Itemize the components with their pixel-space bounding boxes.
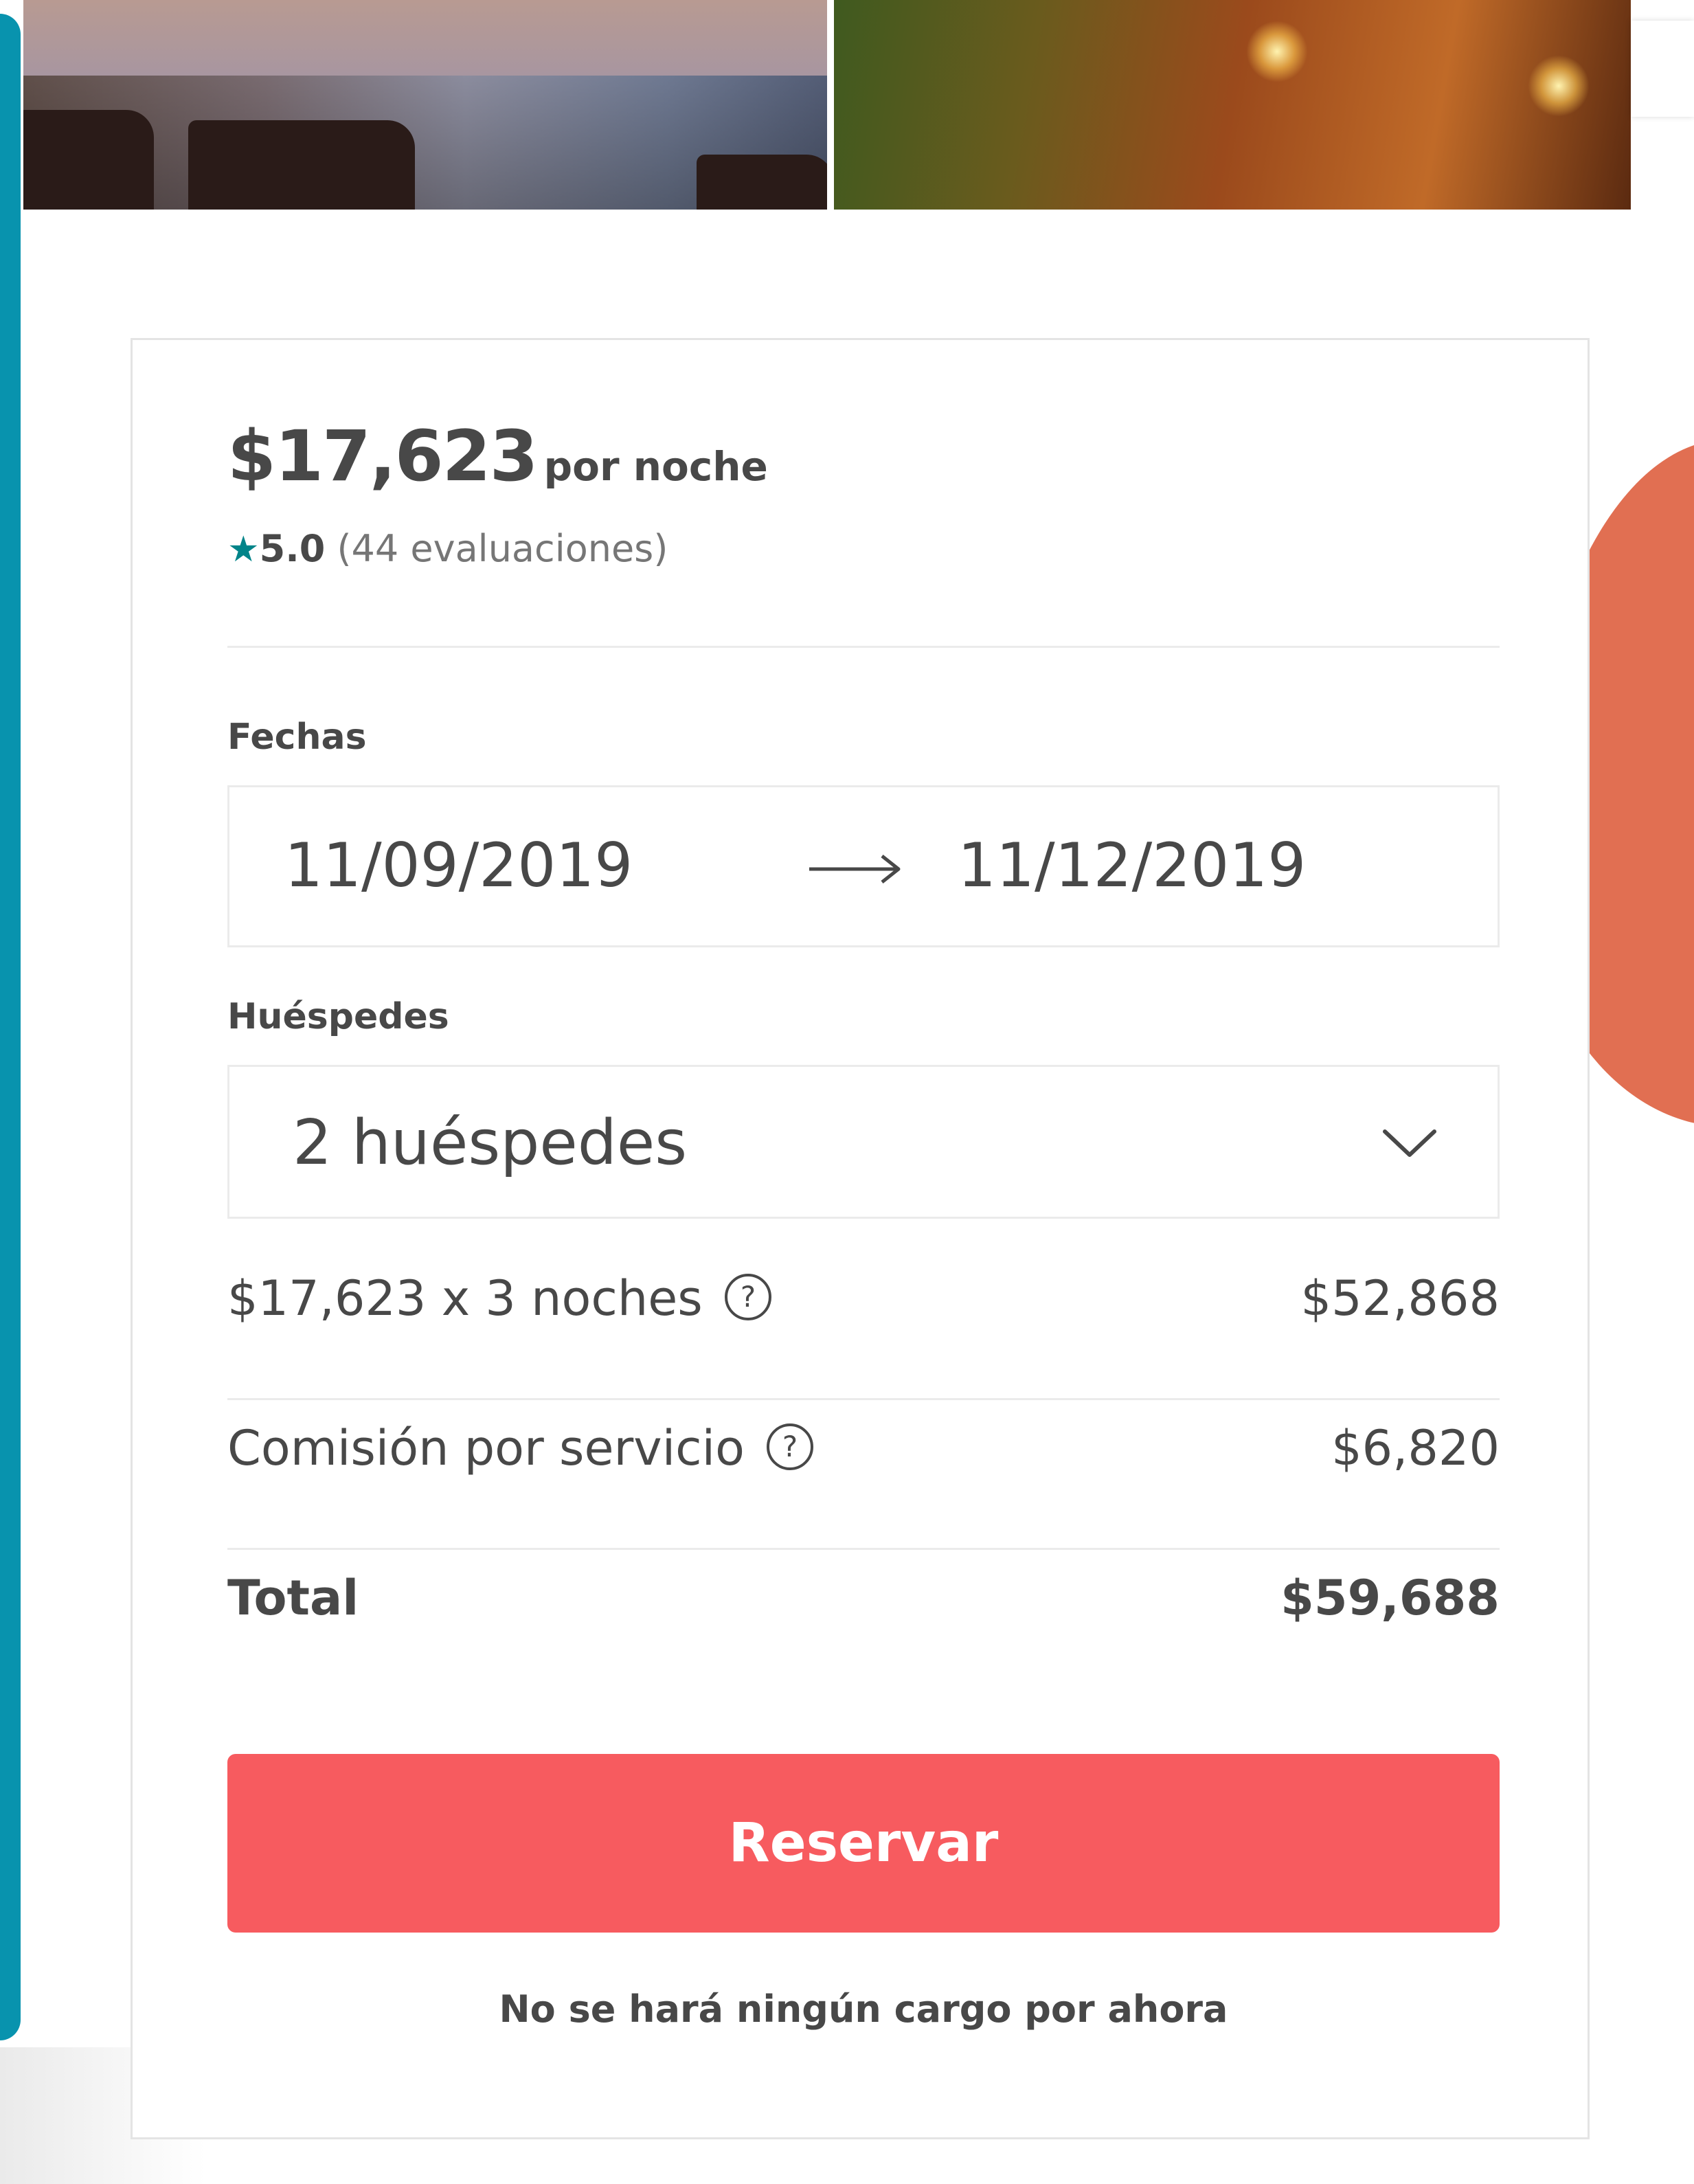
decorative-teal-panel bbox=[0, 14, 21, 2040]
nightly-price: $17,623 bbox=[227, 416, 539, 497]
arrow-right-icon bbox=[809, 855, 901, 883]
price-unit: por noche bbox=[543, 443, 768, 490]
svg-text:?: ? bbox=[782, 1430, 798, 1463]
photo-overlay-badge bbox=[1631, 21, 1694, 117]
date-range-picker[interactable]: 11/09/2019 11/12/2019 bbox=[227, 785, 1500, 947]
guests-label: Huéspedes bbox=[227, 996, 449, 1037]
nightly-cost-label: $17,623 x 3 noches bbox=[227, 1270, 703, 1327]
check-in-date[interactable]: 11/09/2019 bbox=[284, 830, 633, 901]
total-label: Total bbox=[227, 1570, 359, 1626]
check-out-date[interactable]: 11/12/2019 bbox=[958, 830, 1306, 901]
total-amount: $59,688 bbox=[1280, 1570, 1500, 1626]
line-item-label: $17,623 x 3 noches? bbox=[227, 1270, 773, 1327]
question-circle-icon[interactable]: ? bbox=[765, 1422, 815, 1472]
photo-sky bbox=[23, 0, 827, 76]
chevron-down-icon bbox=[1383, 1129, 1436, 1157]
photo-lounge-chair bbox=[23, 110, 154, 210]
nightly-cost-amount: $52,868 bbox=[1300, 1270, 1500, 1327]
service-fee-label: Comisión por servicio bbox=[227, 1420, 745, 1476]
question-circle-icon[interactable]: ? bbox=[723, 1272, 773, 1322]
guests-select[interactable]: 2 huéspedes bbox=[227, 1065, 1500, 1219]
listing-photo-garden[interactable] bbox=[834, 0, 1631, 210]
price-line: $17,623 por noche bbox=[227, 416, 768, 497]
photo-lounge-chair bbox=[697, 155, 827, 210]
no-charge-note: No se hará ningún cargo por ahora bbox=[499, 1988, 1228, 2031]
service-fee-row: Comisión por servicio? $6,820 bbox=[227, 1410, 1500, 1486]
listing-photo-strip bbox=[23, 0, 1694, 210]
photo-lantern bbox=[1528, 55, 1590, 117]
dates-label: Fechas bbox=[227, 717, 367, 758]
review-count: (44 evaluaciones) bbox=[337, 527, 668, 570]
guests-value: 2 huéspedes bbox=[293, 1107, 688, 1179]
divider bbox=[227, 1398, 1500, 1400]
total-row: Total $59,688 bbox=[227, 1560, 1500, 1636]
service-fee-amount: $6,820 bbox=[1331, 1420, 1500, 1476]
page: $17,623 por noche ★5.0 (44 evaluaciones) … bbox=[0, 0, 1694, 2184]
rating-summary[interactable]: ★5.0 (44 evaluaciones) bbox=[227, 527, 668, 570]
star-icon: ★ bbox=[227, 529, 260, 570]
photo-lounge-chair bbox=[188, 120, 415, 210]
divider bbox=[227, 1548, 1500, 1550]
listing-photo-terrace[interactable] bbox=[23, 0, 827, 210]
line-item-label: Comisión por servicio? bbox=[227, 1420, 815, 1476]
rating-value: 5.0 bbox=[259, 527, 326, 570]
divider bbox=[227, 646, 1500, 648]
booking-card: $17,623 por noche ★5.0 (44 evaluaciones) … bbox=[131, 338, 1590, 2139]
reserve-button[interactable]: Reservar bbox=[227, 1754, 1500, 1933]
photo-lantern bbox=[1246, 21, 1308, 82]
svg-text:?: ? bbox=[741, 1280, 756, 1314]
nightly-cost-row: $17,623 x 3 noches? $52,868 bbox=[227, 1261, 1500, 1336]
